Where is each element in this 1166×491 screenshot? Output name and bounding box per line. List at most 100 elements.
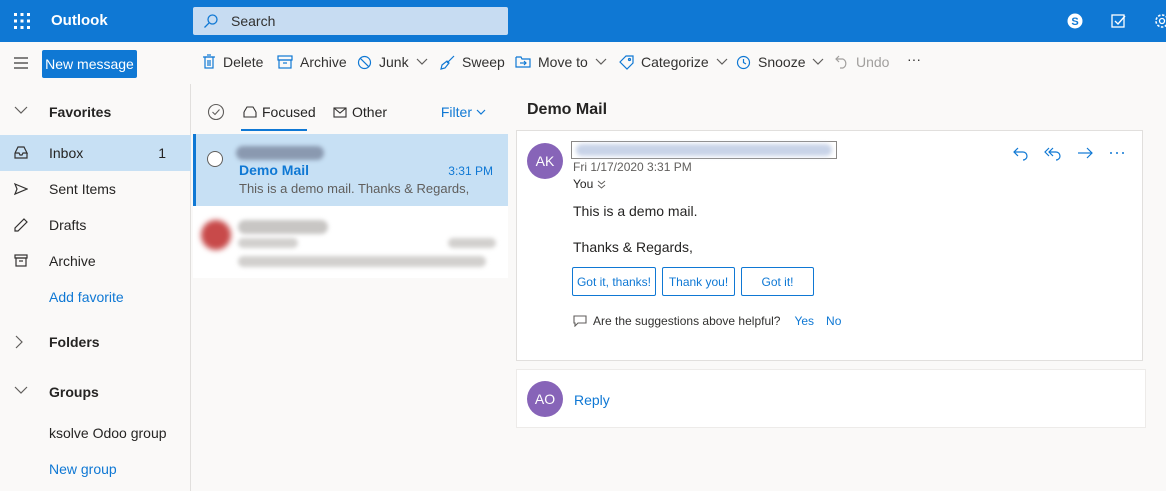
active-tab-indicator bbox=[241, 129, 307, 131]
filter-button[interactable]: Filter bbox=[441, 104, 486, 120]
pencil-icon bbox=[14, 218, 28, 232]
skype-icon[interactable]: S bbox=[1066, 12, 1084, 30]
recipient-label: You bbox=[573, 177, 594, 191]
archive-button[interactable]: Archive bbox=[277, 54, 347, 70]
delete-label: Delete bbox=[223, 54, 264, 70]
more-options-icon[interactable] bbox=[1108, 145, 1126, 161]
archive-icon bbox=[14, 254, 28, 267]
forward-icon[interactable] bbox=[1076, 145, 1094, 161]
snooze-label: Snooze bbox=[758, 54, 806, 70]
filter-label: Filter bbox=[440, 104, 472, 120]
search-icon bbox=[204, 14, 218, 28]
undo-button[interactable]: Undo bbox=[835, 54, 889, 70]
feedback-no-link[interactable]: No bbox=[826, 314, 841, 328]
tag-icon bbox=[619, 54, 634, 70]
favorites-header[interactable]: Favorites bbox=[0, 94, 191, 130]
message-body-line: Thanks & Regards, bbox=[573, 239, 693, 255]
junk-button[interactable]: Junk bbox=[357, 54, 428, 70]
settings-icon[interactable] bbox=[1153, 12, 1166, 30]
redacted-sender-address bbox=[576, 144, 832, 156]
redacted-time bbox=[448, 238, 496, 248]
move-to-label: Move to bbox=[538, 54, 588, 70]
archive-label: Archive bbox=[300, 54, 347, 70]
sidebar-item-label: Drafts bbox=[49, 217, 87, 233]
message-item-selected[interactable]: Demo Mail 3:31 PM This is a demo mail. T… bbox=[193, 134, 508, 206]
svg-text:S: S bbox=[1071, 16, 1078, 28]
reply-label[interactable]: Reply bbox=[574, 392, 610, 408]
select-all-icon[interactable] bbox=[207, 103, 225, 121]
broom-icon bbox=[440, 55, 455, 70]
suggested-reply-button[interactable]: Got it! bbox=[741, 267, 814, 296]
sweep-button[interactable]: Sweep bbox=[440, 54, 505, 70]
new-message-button[interactable]: New message bbox=[42, 50, 137, 78]
avatar bbox=[201, 220, 231, 250]
message-list-header: Focused Other Filter bbox=[193, 84, 508, 132]
reading-pane: Demo Mail AK Fri 1/17/2020 3:31 PM You T… bbox=[508, 84, 1166, 491]
tab-focused[interactable]: Focused bbox=[243, 104, 316, 120]
add-favorite-label: Add favorite bbox=[49, 289, 124, 305]
new-group-link[interactable]: New group bbox=[0, 451, 191, 487]
sweep-label: Sweep bbox=[462, 54, 505, 70]
undo-icon bbox=[835, 55, 847, 69]
avatar: AO bbox=[527, 381, 563, 417]
more-actions-button[interactable]: ··· bbox=[907, 51, 921, 67]
avatar[interactable]: AK bbox=[527, 143, 563, 179]
feedback-yes-link[interactable]: Yes bbox=[794, 314, 814, 328]
sidebar-item-archive[interactable]: Archive bbox=[0, 243, 191, 279]
groups-label: Groups bbox=[49, 384, 99, 400]
waffle-icon[interactable] bbox=[12, 11, 32, 31]
app-name[interactable]: Outlook bbox=[51, 12, 108, 29]
sidebar-item-label: Archive bbox=[49, 253, 96, 269]
archive-icon bbox=[277, 55, 293, 69]
group-name-label: ksolve Odoo group bbox=[49, 425, 167, 441]
folders-header[interactable]: Folders bbox=[0, 324, 191, 360]
search-box[interactable] bbox=[193, 7, 508, 35]
new-group-label: New group bbox=[49, 461, 117, 477]
message-card: AK Fri 1/17/2020 3:31 PM You This is a d… bbox=[516, 130, 1143, 361]
sidebar-item-sent-items[interactable]: Sent Items bbox=[0, 171, 191, 207]
categorize-label: Categorize bbox=[641, 54, 709, 70]
message-select-radio[interactable] bbox=[207, 151, 223, 167]
search-input[interactable] bbox=[231, 11, 491, 31]
trash-icon bbox=[203, 54, 215, 69]
folders-label: Folders bbox=[49, 334, 100, 350]
message-preview: This is a demo mail. Thanks & Regards, bbox=[239, 181, 470, 196]
chevron-down-icon bbox=[716, 58, 728, 65]
chevron-down-double-icon bbox=[597, 180, 606, 189]
suggested-reply-button[interactable]: Got it, thanks! bbox=[572, 267, 656, 296]
inbox-icon bbox=[14, 146, 28, 159]
command-bar: New message Delete Archive Junk Sweep Mo… bbox=[0, 42, 1166, 84]
chevron-down-icon bbox=[813, 58, 824, 65]
tab-other[interactable]: Other bbox=[333, 104, 387, 120]
hamburger-menu-icon[interactable] bbox=[13, 56, 29, 70]
reply-icon[interactable] bbox=[1012, 145, 1030, 161]
send-icon bbox=[14, 182, 28, 196]
categorize-button[interactable]: Categorize bbox=[619, 54, 728, 70]
chevron-down-icon bbox=[476, 109, 486, 115]
chevron-down-icon bbox=[14, 106, 28, 114]
groups-header[interactable]: Groups bbox=[0, 374, 191, 410]
tab-focused-label: Focused bbox=[262, 104, 316, 120]
move-to-button[interactable]: Move to bbox=[515, 54, 607, 70]
chevron-right-icon bbox=[15, 335, 23, 349]
snooze-button[interactable]: Snooze bbox=[736, 54, 824, 70]
chevron-down-icon bbox=[595, 58, 607, 65]
reply-all-icon[interactable] bbox=[1044, 145, 1062, 161]
unread-count: 1 bbox=[158, 145, 166, 161]
focused-icon bbox=[243, 106, 257, 118]
todo-icon[interactable] bbox=[1110, 12, 1128, 30]
sidebar-item-drafts[interactable]: Drafts bbox=[0, 207, 191, 243]
suggested-reply-button[interactable]: Thank you! bbox=[662, 267, 735, 296]
block-icon bbox=[357, 55, 372, 69]
delete-button[interactable]: Delete bbox=[202, 54, 263, 70]
message-item-redacted[interactable] bbox=[193, 206, 508, 278]
redacted-subject bbox=[238, 238, 298, 248]
sender-address-redacted[interactable] bbox=[571, 141, 837, 159]
sidebar-item-inbox[interactable]: Inbox 1 bbox=[0, 135, 191, 171]
add-favorite-link[interactable]: Add favorite bbox=[0, 279, 191, 315]
sidebar-item-group[interactable]: ksolve Odoo group bbox=[0, 415, 191, 451]
feedback-icon bbox=[573, 315, 587, 327]
message-body-line: This is a demo mail. bbox=[573, 203, 698, 219]
reply-bar[interactable]: AO Reply bbox=[516, 369, 1146, 428]
recipient-line[interactable]: You bbox=[573, 177, 606, 191]
